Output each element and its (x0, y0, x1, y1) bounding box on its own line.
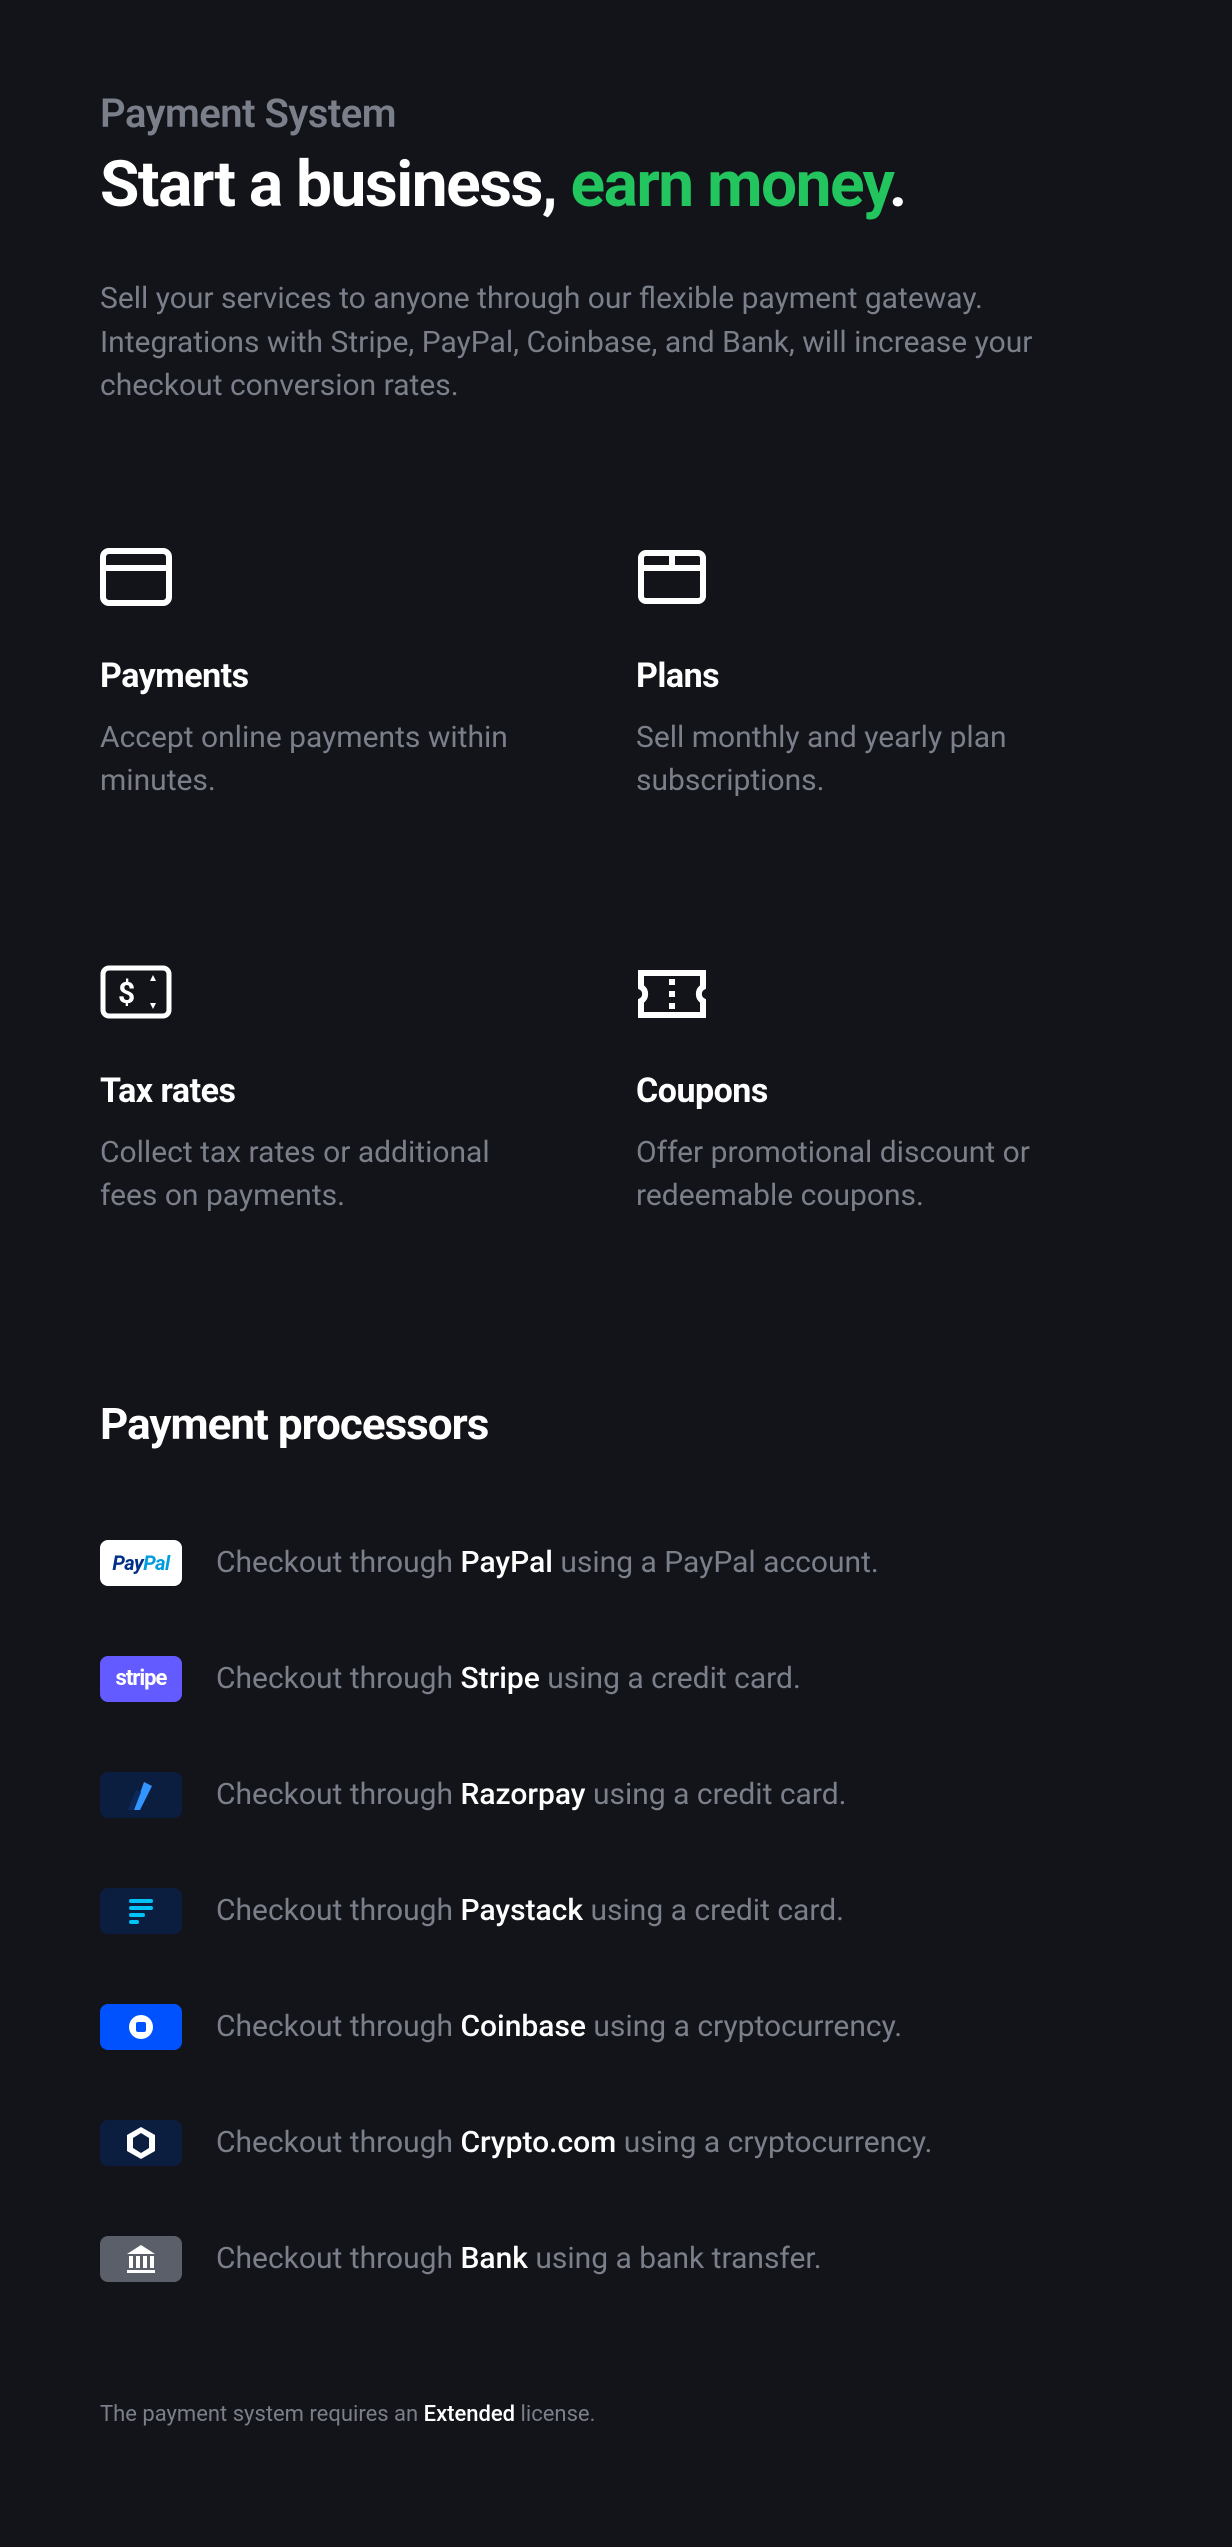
crypto-com-logo-icon (100, 2120, 182, 2166)
feature-tax-rates: $ Tax rates Collect tax rates or additio… (100, 963, 596, 1218)
feature-title: Payments (100, 656, 596, 696)
paypal-logo-icon: PayPal (100, 1540, 182, 1586)
processor-text: Checkout through Bank using a bank trans… (216, 2241, 822, 2276)
paystack-logo-icon (100, 1888, 182, 1934)
processors-heading: Payment processors (100, 1398, 1132, 1450)
bank-icon (100, 2236, 182, 2282)
page-headline: Start a business, earn money. (100, 147, 1132, 222)
ticket-icon (636, 963, 708, 1021)
feature-payments: Payments Accept online payments within m… (100, 548, 596, 803)
eyebrow-label: Payment System (100, 90, 1132, 137)
license-footnote: The payment system requires an Extended … (100, 2402, 1132, 2427)
processor-paystack: Checkout through Paystack using a credit… (100, 1888, 1132, 1934)
feature-title: Tax rates (100, 1071, 596, 1111)
processors-list: PayPal Checkout through PayPal using a P… (100, 1540, 1132, 2282)
processor-coinbase: Checkout through Coinbase using a crypto… (100, 2004, 1132, 2050)
feature-plans: Plans Sell monthly and yearly plan subsc… (636, 548, 1132, 803)
razorpay-logo-icon (100, 1772, 182, 1818)
processor-paypal: PayPal Checkout through PayPal using a P… (100, 1540, 1132, 1586)
feature-desc: Accept online payments within minutes. (100, 716, 520, 803)
tax-icon: $ (100, 963, 172, 1021)
feature-desc: Collect tax rates or additional fees on … (100, 1131, 520, 1218)
package-icon (636, 548, 708, 606)
feature-desc: Offer promotional discount or redeemable… (636, 1131, 1056, 1218)
headline-accent: earn money (571, 147, 889, 222)
stripe-logo-icon: stripe (100, 1656, 182, 1702)
processor-text: Checkout through Paystack using a credit… (216, 1893, 844, 1928)
feature-title: Coupons (636, 1071, 1132, 1111)
processor-text: Checkout through PayPal using a PayPal a… (216, 1545, 879, 1580)
processor-razorpay: Checkout through Razorpay using a credit… (100, 1772, 1132, 1818)
processor-text: Checkout through Razorpay using a credit… (216, 1777, 847, 1812)
headline-post: . (889, 147, 906, 222)
credit-card-icon (100, 548, 172, 606)
processor-stripe: stripe Checkout through Stripe using a c… (100, 1656, 1132, 1702)
processor-text: Checkout through Crypto.com using a cryp… (216, 2125, 932, 2160)
processor-bank: Checkout through Bank using a bank trans… (100, 2236, 1132, 2282)
headline-pre: Start a business, (100, 147, 571, 222)
features-grid: Payments Accept online payments within m… (100, 548, 1132, 1218)
lead-paragraph: Sell your services to anyone through our… (100, 277, 1120, 408)
processor-crypto-com: Checkout through Crypto.com using a cryp… (100, 2120, 1132, 2166)
svg-text:$: $ (118, 976, 135, 1011)
processor-text: Checkout through Stripe using a credit c… (216, 1661, 801, 1696)
feature-coupons: Coupons Offer promotional discount or re… (636, 963, 1132, 1218)
feature-title: Plans (636, 656, 1132, 696)
processor-text: Checkout through Coinbase using a crypto… (216, 2009, 902, 2044)
feature-desc: Sell monthly and yearly plan subscriptio… (636, 716, 1056, 803)
coinbase-logo-icon (100, 2004, 182, 2050)
